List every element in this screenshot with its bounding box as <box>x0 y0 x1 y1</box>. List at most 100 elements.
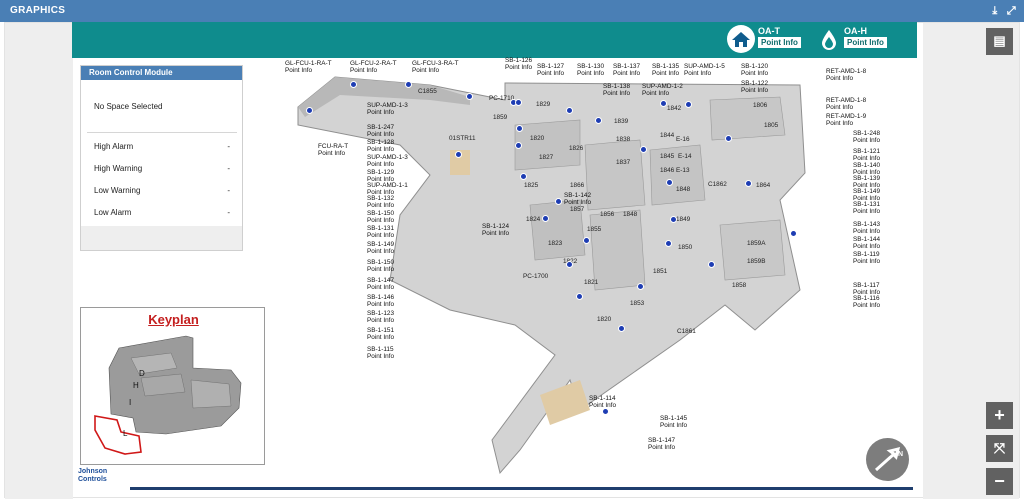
point-marker[interactable] <box>595 117 602 124</box>
label-sb-1-115[interactable]: SB-1-115 Point Info <box>367 346 394 360</box>
label-sb-1-150b[interactable]: SB-1-150 Point Info <box>367 259 394 273</box>
point-marker[interactable] <box>455 151 462 158</box>
label-gl-fcu-1-ra-t[interactable]: GL-FCU-1-RA-T Point Info <box>285 60 332 74</box>
label-sb-1-145[interactable]: SB-1-145 Point Info <box>660 415 687 429</box>
room-label: 1825 <box>524 182 539 189</box>
point-marker[interactable] <box>685 101 692 108</box>
room-label: PC-1700 <box>523 273 549 280</box>
label-sb-1-131[interactable]: SB-1-131 Point Info <box>367 225 394 239</box>
point-marker[interactable] <box>405 81 412 88</box>
label-sb-1-128[interactable]: SB-1-128 Point Info <box>367 139 394 153</box>
label-sb-1-137[interactable]: SB-1-137 Point Info <box>613 63 640 77</box>
label-sb-1-132[interactable]: SB-1-132 Point Info <box>367 195 394 209</box>
room-label: 1845 <box>660 153 675 160</box>
point-marker[interactable] <box>520 173 527 180</box>
logo-line1: Johnson <box>78 468 108 475</box>
label-sb-1-127[interactable]: SB-1-127 Point Info <box>537 63 564 77</box>
label-sb-1-116[interactable]: SB-1-116 Point Info <box>853 295 880 309</box>
expand-icon[interactable]: ⤢ <box>1007 5 1016 17</box>
rcm-row-value: - <box>227 164 230 173</box>
keyplan-panel[interactable]: Keyplan D H I L <box>80 307 265 465</box>
download-icon[interactable]: ⤓ <box>992 5 997 17</box>
label-sb-1-122[interactable]: SB-1-122 Point Info <box>741 80 768 94</box>
label-sb-1-151[interactable]: SB-1-151 Point Info <box>367 327 394 341</box>
label-sb-1-124[interactable]: SB-1-124 Point Info <box>482 223 509 237</box>
point-marker[interactable] <box>602 408 609 415</box>
rcm-row-low-warning: Low Warning - <box>94 186 230 195</box>
label-sb-1-135[interactable]: SB-1-135 Point Info <box>652 63 679 77</box>
label-fcu-ra-t[interactable]: FCU-RA-T Point Info <box>318 143 348 157</box>
point-marker[interactable] <box>708 261 715 268</box>
label-sb-1-130[interactable]: SB-1-130 Point Info <box>577 63 604 77</box>
label-sb-1-114[interactable]: SB-1-114 Point Info <box>589 395 616 409</box>
label-gl-fcu-3-ra-t[interactable]: GL-FCU-3-RA-T Point Info <box>412 60 459 74</box>
label-sb-1-143[interactable]: SB-1-143 Point Info <box>853 221 880 235</box>
point-marker[interactable] <box>666 179 673 186</box>
point-marker[interactable] <box>515 99 522 106</box>
room-label: 1858 <box>732 282 747 289</box>
oa-t-title: OA-T <box>758 26 780 36</box>
label-sb-1-120[interactable]: SB-1-120 Point Info <box>741 63 768 77</box>
label-sb-1-121[interactable]: SB-1-121 Point Info <box>853 148 880 162</box>
label-sb-1-142[interactable]: SB-1-142 Point Info <box>564 192 591 206</box>
room-label: 1827 <box>539 154 554 161</box>
oa-t-block[interactable]: OA-T Point Info <box>758 26 801 52</box>
point-marker[interactable] <box>745 180 752 187</box>
point-marker[interactable] <box>637 283 644 290</box>
label-ret-amd-1-8b[interactable]: RET-AMD-1-8 Point Info <box>826 97 866 111</box>
logo-line2: Controls <box>78 476 107 483</box>
label-sb-1-248[interactable]: SB-1-248 Point Info <box>853 130 880 144</box>
label-sb-1-123[interactable]: SB-1-123 Point Info <box>367 310 394 324</box>
point-marker[interactable] <box>665 240 672 247</box>
label-sup-amd-1-2[interactable]: SUP-AMD-1-2 Point Info <box>642 83 683 97</box>
room-label: 1820 <box>530 135 545 142</box>
label-sb-1-247[interactable]: SB-1-247 Point Info <box>367 124 394 138</box>
label-sb-1-147[interactable]: SB-1-147 Point Info <box>367 277 394 291</box>
label-sb-1-138[interactable]: SB-1-138 Point Info <box>603 83 630 97</box>
label-sb-1-119[interactable]: SB-1-119 Point Info <box>853 251 880 265</box>
room-label: 1839 <box>614 118 629 125</box>
oa-h-point-info[interactable]: Point Info <box>844 37 887 48</box>
point-marker[interactable] <box>542 215 549 222</box>
zoom-in-button[interactable]: + <box>986 402 1013 429</box>
home-icon[interactable] <box>727 25 755 53</box>
room-label: C1855 <box>418 88 437 95</box>
point-marker[interactable] <box>516 125 523 132</box>
point-marker[interactable] <box>640 146 647 153</box>
label-sb-1-146[interactable]: SB-1-146 Point Info <box>367 294 394 308</box>
point-marker[interactable] <box>790 230 797 237</box>
label-sb-1-126[interactable]: SB-1-126 Point Info <box>505 57 532 71</box>
label-sup-amd-1-3b[interactable]: SUP-AMD-1-3 Point Info <box>367 154 408 168</box>
point-marker[interactable] <box>725 135 732 142</box>
label-sb-1-150[interactable]: SB-1-150 Point Info <box>367 210 394 224</box>
point-marker[interactable] <box>566 261 573 268</box>
point-marker[interactable] <box>466 93 473 100</box>
fit-view-button[interactable]: ⤧ <box>986 435 1013 462</box>
point-marker[interactable] <box>566 107 573 114</box>
zoom-out-button[interactable]: − <box>986 468 1013 495</box>
oa-h-block[interactable]: OA-H Point Info <box>844 26 887 52</box>
keyplan-section-i: I <box>129 398 131 407</box>
label-sup-amd-1-5[interactable]: SUP-AMD-1-5 Point Info <box>684 63 725 77</box>
oa-t-point-info[interactable]: Point Info <box>758 37 801 48</box>
rcm-row-label: High Warning <box>94 164 143 173</box>
point-marker[interactable] <box>555 198 562 205</box>
no-space-selected: No Space Selected <box>94 102 163 111</box>
label-ret-amd-1-9[interactable]: RET-AMD-1-9 Point Info <box>826 113 866 127</box>
point-marker[interactable] <box>515 142 522 149</box>
point-marker[interactable] <box>350 81 357 88</box>
label-sb-1-144[interactable]: SB-1-144 Point Info <box>853 236 880 250</box>
label-gl-fcu-2-ra-t[interactable]: GL-FCU-2-RA-T Point Info <box>350 60 397 74</box>
label-ret-amd-1-8[interactable]: RET-AMD-1-8 Point Info <box>826 68 866 82</box>
layers-icon[interactable]: ▤ <box>986 28 1013 55</box>
label-sb-1-149[interactable]: SB-1-149 Point Info <box>367 241 394 255</box>
point-marker[interactable] <box>670 216 677 223</box>
label-sup-amd-1-3[interactable]: SUP-AMD-1-3 Point Info <box>367 102 408 116</box>
label-sb-1-147b[interactable]: SB-1-147 Point Info <box>648 437 675 451</box>
label-sb-1-131r[interactable]: SB-1-131 Point Info <box>853 201 880 215</box>
point-marker[interactable] <box>576 293 583 300</box>
point-marker[interactable] <box>660 100 667 107</box>
point-marker[interactable] <box>618 325 625 332</box>
point-marker[interactable] <box>306 107 313 114</box>
point-marker[interactable] <box>583 237 590 244</box>
